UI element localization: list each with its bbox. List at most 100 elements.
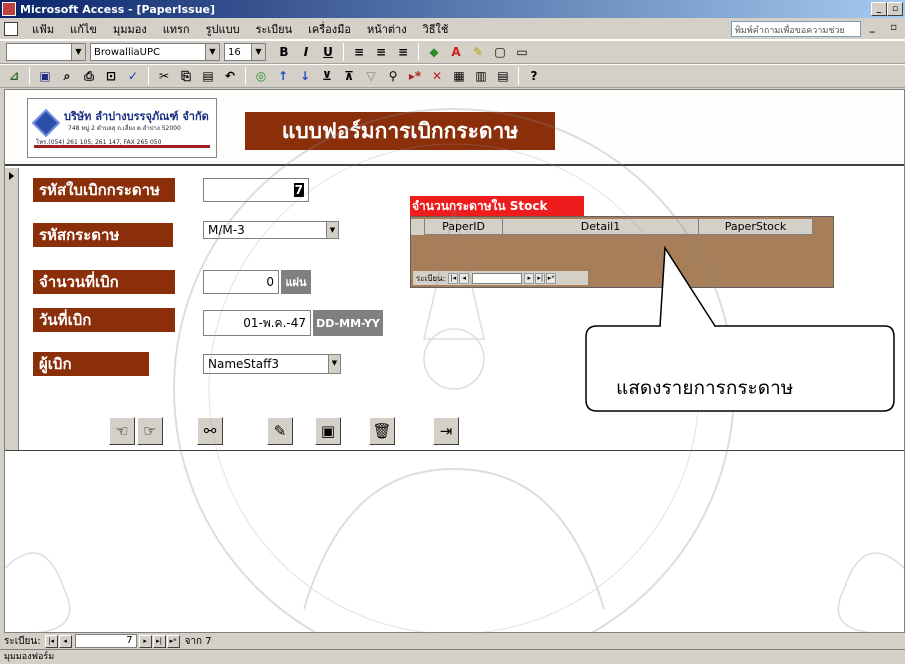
menu-view[interactable]: มุมมอง <box>105 20 155 38</box>
font-name-combo[interactable]: BrowalliaUPC ▼ <box>90 43 220 61</box>
properties-icon[interactable]: ▦ <box>449 66 469 86</box>
font-name-value: BrowalliaUPC <box>94 46 160 58</box>
current-record-input[interactable]: 7 <box>74 634 137 648</box>
align-center-icon[interactable]: ≡ <box>371 42 391 62</box>
column-paper-id[interactable]: PaperID <box>425 219 503 235</box>
pen-icon: ✎ <box>273 422 287 440</box>
find-record-button[interactable]: ⚯ <box>197 417 223 445</box>
italic-button[interactable]: I <box>296 42 316 62</box>
help-icon[interactable]: ? <box>524 66 544 86</box>
previous-record-button[interactable]: ☜ <box>109 417 135 445</box>
issuer-value: NameStaff3 <box>208 357 279 371</box>
minimize-button[interactable]: _ <box>871 2 887 16</box>
next-record-button[interactable]: ☞ <box>137 417 163 445</box>
font-size-combo[interactable]: 16 ▼ <box>224 43 266 61</box>
menu-file[interactable]: แฟ้ม <box>24 20 62 38</box>
save-record-button[interactable]: ▣ <box>315 417 341 445</box>
menu-format[interactable]: รูปแบบ <box>198 20 248 38</box>
delete-record-button[interactable]: 🗑 <box>369 417 395 445</box>
align-right-icon[interactable]: ≡ <box>393 42 413 62</box>
doc-window-controls[interactable]: _ ▫ <box>870 22 903 33</box>
previous-record-nav-button[interactable]: ◂ <box>58 634 72 648</box>
cut-icon[interactable]: ✂ <box>154 66 174 86</box>
font-size-value: 16 <box>228 46 241 58</box>
next-record-icon[interactable]: ▸ <box>524 272 535 284</box>
new-record-icon[interactable]: ▸* <box>546 272 557 284</box>
chevron-down-icon[interactable]: ▼ <box>326 222 338 238</box>
font-color-icon[interactable]: A <box>446 42 466 62</box>
toolbar-separator <box>245 67 246 85</box>
form-icon[interactable] <box>4 21 18 36</box>
bold-button[interactable]: B <box>274 42 294 62</box>
print-preview-icon[interactable]: ⊡ <box>101 66 121 86</box>
delete-record-icon[interactable]: ✕ <box>427 66 447 86</box>
chevron-down-icon: ▼ <box>71 44 85 60</box>
menu-edit[interactable]: แก้ไข <box>62 20 105 38</box>
restore-button[interactable]: ▫ <box>887 2 903 16</box>
paste-icon[interactable]: ▤ <box>198 66 218 86</box>
border-width-icon[interactable]: ▢ <box>490 42 510 62</box>
first-record-icon[interactable]: |◂ <box>448 272 459 284</box>
first-record-button[interactable]: |◂ <box>44 634 58 648</box>
issuer-label: ผู้เบิก <box>33 352 149 376</box>
subform-record-input[interactable] <box>472 272 523 284</box>
align-left-icon[interactable]: ≡ <box>349 42 369 62</box>
paper-id-combo[interactable]: M/M-3 ▼ <box>203 221 339 239</box>
issuer-combo[interactable]: NameStaff3 ▼ <box>203 354 341 374</box>
filter-by-form-icon[interactable]: ⊼ <box>339 66 359 86</box>
toolbar-separator <box>29 67 30 85</box>
spelling-icon[interactable]: ✓ <box>123 66 143 86</box>
apply-filter-icon[interactable]: ▽ <box>361 66 381 86</box>
subform-select-all[interactable] <box>411 219 425 235</box>
menu-window[interactable]: หน้าต่าง <box>359 20 415 38</box>
sort-descending-icon[interactable]: ↓ <box>295 66 315 86</box>
menu-records[interactable]: ระเบียน <box>248 20 301 38</box>
prev-record-icon[interactable]: ◂ <box>459 272 470 284</box>
status-bar: มุมมองฟอร์ม <box>0 649 905 664</box>
exit-form-button[interactable]: ⇥ <box>433 417 459 445</box>
view-icon[interactable]: ⊿ <box>4 66 24 86</box>
new-record-button[interactable]: ▸* <box>166 634 180 648</box>
underline-button[interactable]: U <box>318 42 338 62</box>
print-icon[interactable]: ⎙ <box>79 66 99 86</box>
fill-color-icon[interactable]: ◆ <box>424 42 444 62</box>
chevron-down-icon[interactable]: ▼ <box>328 355 340 373</box>
toolbar-separator <box>418 43 419 61</box>
file-search-icon[interactable]: ⌕ <box>57 66 77 86</box>
next-record-nav-button[interactable]: ▸ <box>138 634 152 648</box>
undo-icon[interactable]: ↶ <box>220 66 240 86</box>
copy-icon[interactable]: ⎘ <box>176 66 196 86</box>
last-record-button[interactable]: ▸| <box>152 634 166 648</box>
new-record-icon[interactable]: ▸* <box>405 66 425 86</box>
edit-record-button[interactable]: ✎ <box>267 417 293 445</box>
save-icon[interactable]: ▣ <box>35 66 55 86</box>
find-icon[interactable]: ⚲ <box>383 66 403 86</box>
form-header: บริษัท ลำปางบรรจุภัณฑ์ จำกัด 748 หมู่ 2 … <box>5 90 904 166</box>
line-color-icon[interactable]: ✎ <box>468 42 488 62</box>
menu-tools[interactable]: เครื่องมือ <box>300 20 359 38</box>
detail-section-border <box>5 450 904 451</box>
menu-help[interactable]: วิธีใช้ <box>415 20 457 38</box>
database-window-icon[interactable]: ▥ <box>471 66 491 86</box>
special-effect-icon[interactable]: ▭ <box>512 42 532 62</box>
filter-by-selection-icon[interactable]: ⊻ <box>317 66 337 86</box>
access-app-icon <box>2 2 16 16</box>
new-object-icon[interactable]: ▤ <box>493 66 513 86</box>
date-field[interactable]: 01-พ.ค.-47 <box>203 310 311 336</box>
toolbar-separator <box>518 67 519 85</box>
hyperlink-icon[interactable]: ◎ <box>251 66 271 86</box>
navigation-label: ระเบียน: <box>4 635 41 647</box>
record-total: จาก 7 <box>184 635 212 647</box>
record-selector[interactable] <box>5 168 19 450</box>
sort-ascending-icon[interactable]: ↑ <box>273 66 293 86</box>
column-paper-stock[interactable]: PaperStock <box>699 219 813 235</box>
object-combo[interactable]: ▼ <box>6 43 86 61</box>
quantity-field[interactable]: 0 <box>203 270 279 294</box>
last-record-icon[interactable]: ▸| <box>535 272 546 284</box>
slip-id-field[interactable]: 7 <box>203 178 309 202</box>
logo-divider <box>34 145 210 148</box>
help-search-input[interactable]: พิมพ์คำถามเพื่อขอความช่วย <box>731 21 861 37</box>
column-detail1[interactable]: Detail1 <box>503 219 699 235</box>
menu-insert[interactable]: แทรก <box>155 20 198 38</box>
quantity-unit: แผ่น <box>281 270 311 294</box>
